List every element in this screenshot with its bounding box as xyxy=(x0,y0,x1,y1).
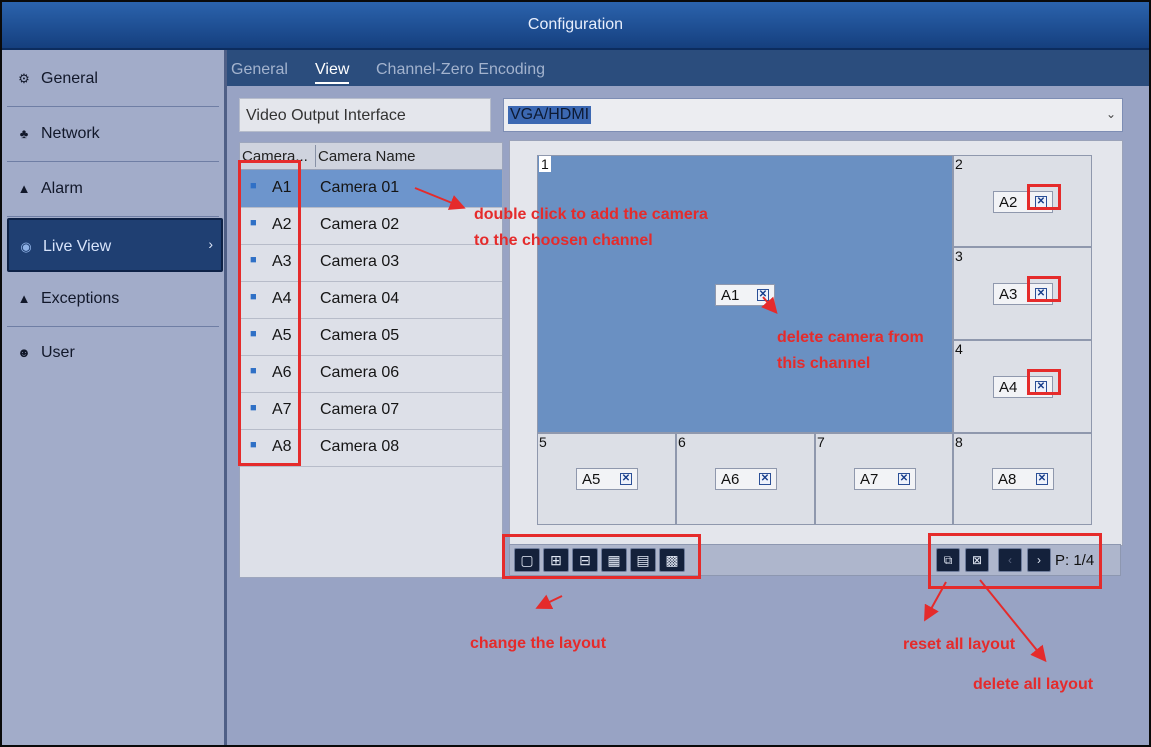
annotation-reset-all-layout: reset all layout xyxy=(903,636,1016,653)
arrow-to-delete-note xyxy=(761,296,778,315)
annotation-double-click-line-1: double click to add the camera xyxy=(474,206,708,223)
arrow-to-reset-note xyxy=(924,581,947,622)
annotation-double-click-line-2: to the choosen channel xyxy=(474,232,653,249)
app-window: Configuration ⚙ General ♣ Network ▲ Alar… xyxy=(2,2,1149,745)
annotation-change-layout: change the layout xyxy=(470,635,607,652)
annotation-delete-camera-line-1: delete camera from xyxy=(777,329,924,346)
arrow-to-double-click-note xyxy=(414,187,466,210)
annotation-delete-camera-line-2: this channel xyxy=(777,355,871,372)
annotation-delete-all-layout: delete all layout xyxy=(973,676,1094,693)
arrow-to-layout-note xyxy=(535,594,563,610)
